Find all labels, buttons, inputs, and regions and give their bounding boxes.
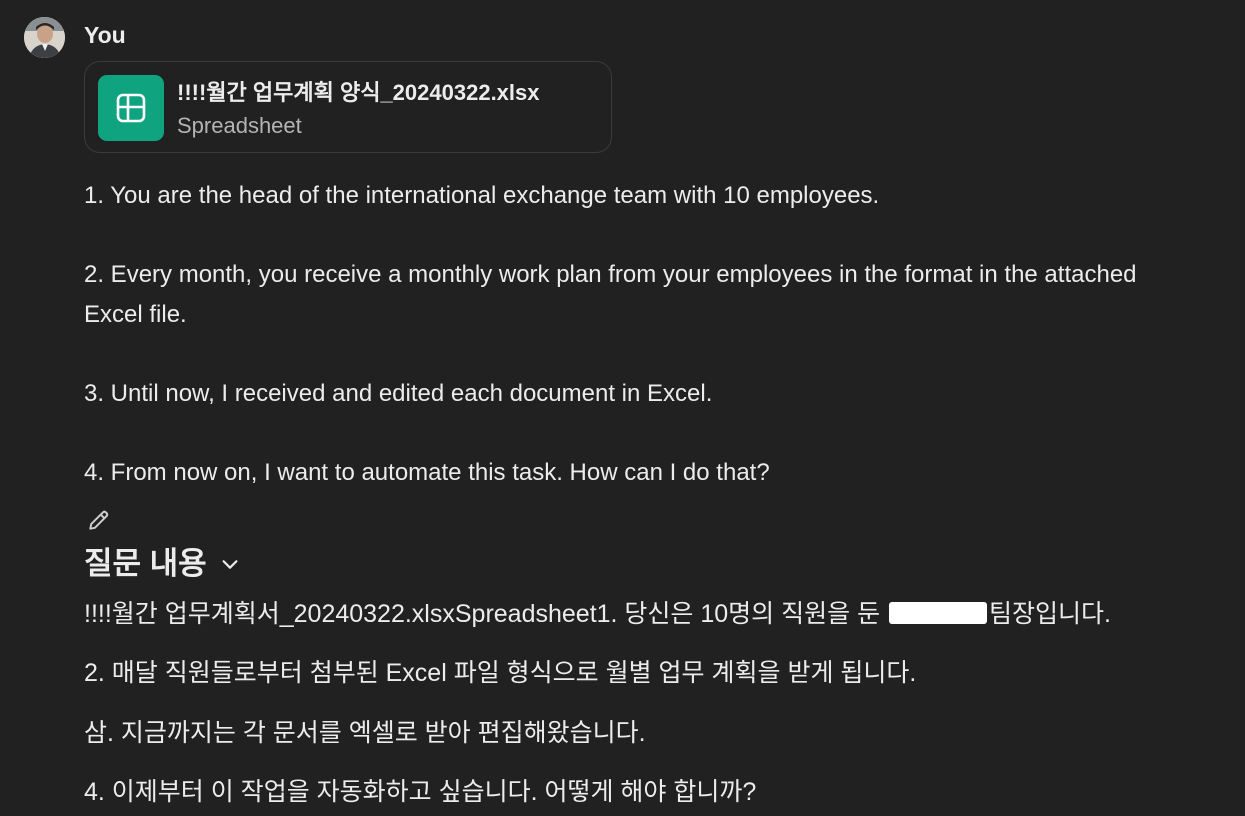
spreadsheet-icon: [98, 75, 164, 141]
translation-toggle[interactable]: 질문 내용: [84, 544, 241, 584]
translation-line-1: !!!!월간 업무계획서_20240322.xlsxSpreadsheet1. …: [84, 597, 1234, 631]
avatar[interactable]: [24, 17, 65, 58]
user-photo-icon: [24, 17, 65, 58]
message-paragraph-4: 4. From now on, I want to automate this …: [84, 459, 770, 486]
translation-line-4: 4. 이제부터 이 작업을 자동화하고 싶습니다. 어떻게 해야 합니까?: [84, 778, 757, 806]
translation-line-1-end: 팀장입니다.: [989, 600, 1111, 628]
pencil-icon[interactable]: [86, 507, 112, 533]
message-paragraph-2: 2. Every month, you receive a monthly wo…: [84, 261, 1137, 328]
file-attachment-card[interactable]: !!!!월간 업무계획 양식_20240322.xlsx Spreadsheet: [84, 61, 612, 153]
chat-page: You !!!!월간 업무계획 양식_20240322.xlsx Spreads…: [0, 0, 1245, 816]
translation-line-3: 삼. 지금까지는 각 문서를 엑셀로 받아 편집해왔습니다.: [84, 719, 646, 747]
file-name: !!!!월간 업무계획 양식_20240322.xlsx: [177, 80, 540, 105]
translation-title: 질문 내용: [84, 546, 207, 581]
file-type: Spreadsheet: [177, 113, 302, 138]
translation-line-1-start: !!!!월간 업무계획서_20240322.xlsxSpreadsheet1. …: [84, 600, 888, 628]
chevron-down-icon: [222, 560, 238, 569]
message-paragraph-1: 1. You are the head of the international…: [84, 182, 880, 209]
translation-line-2: 2. 매달 직원들로부터 첨부된 Excel 파일 형식으로 월별 업무 계획을…: [84, 659, 917, 687]
message-author: You: [84, 22, 126, 48]
message-paragraph-3: 3. Until now, I received and edited each…: [84, 380, 713, 407]
redacted-team-name: [889, 602, 988, 625]
